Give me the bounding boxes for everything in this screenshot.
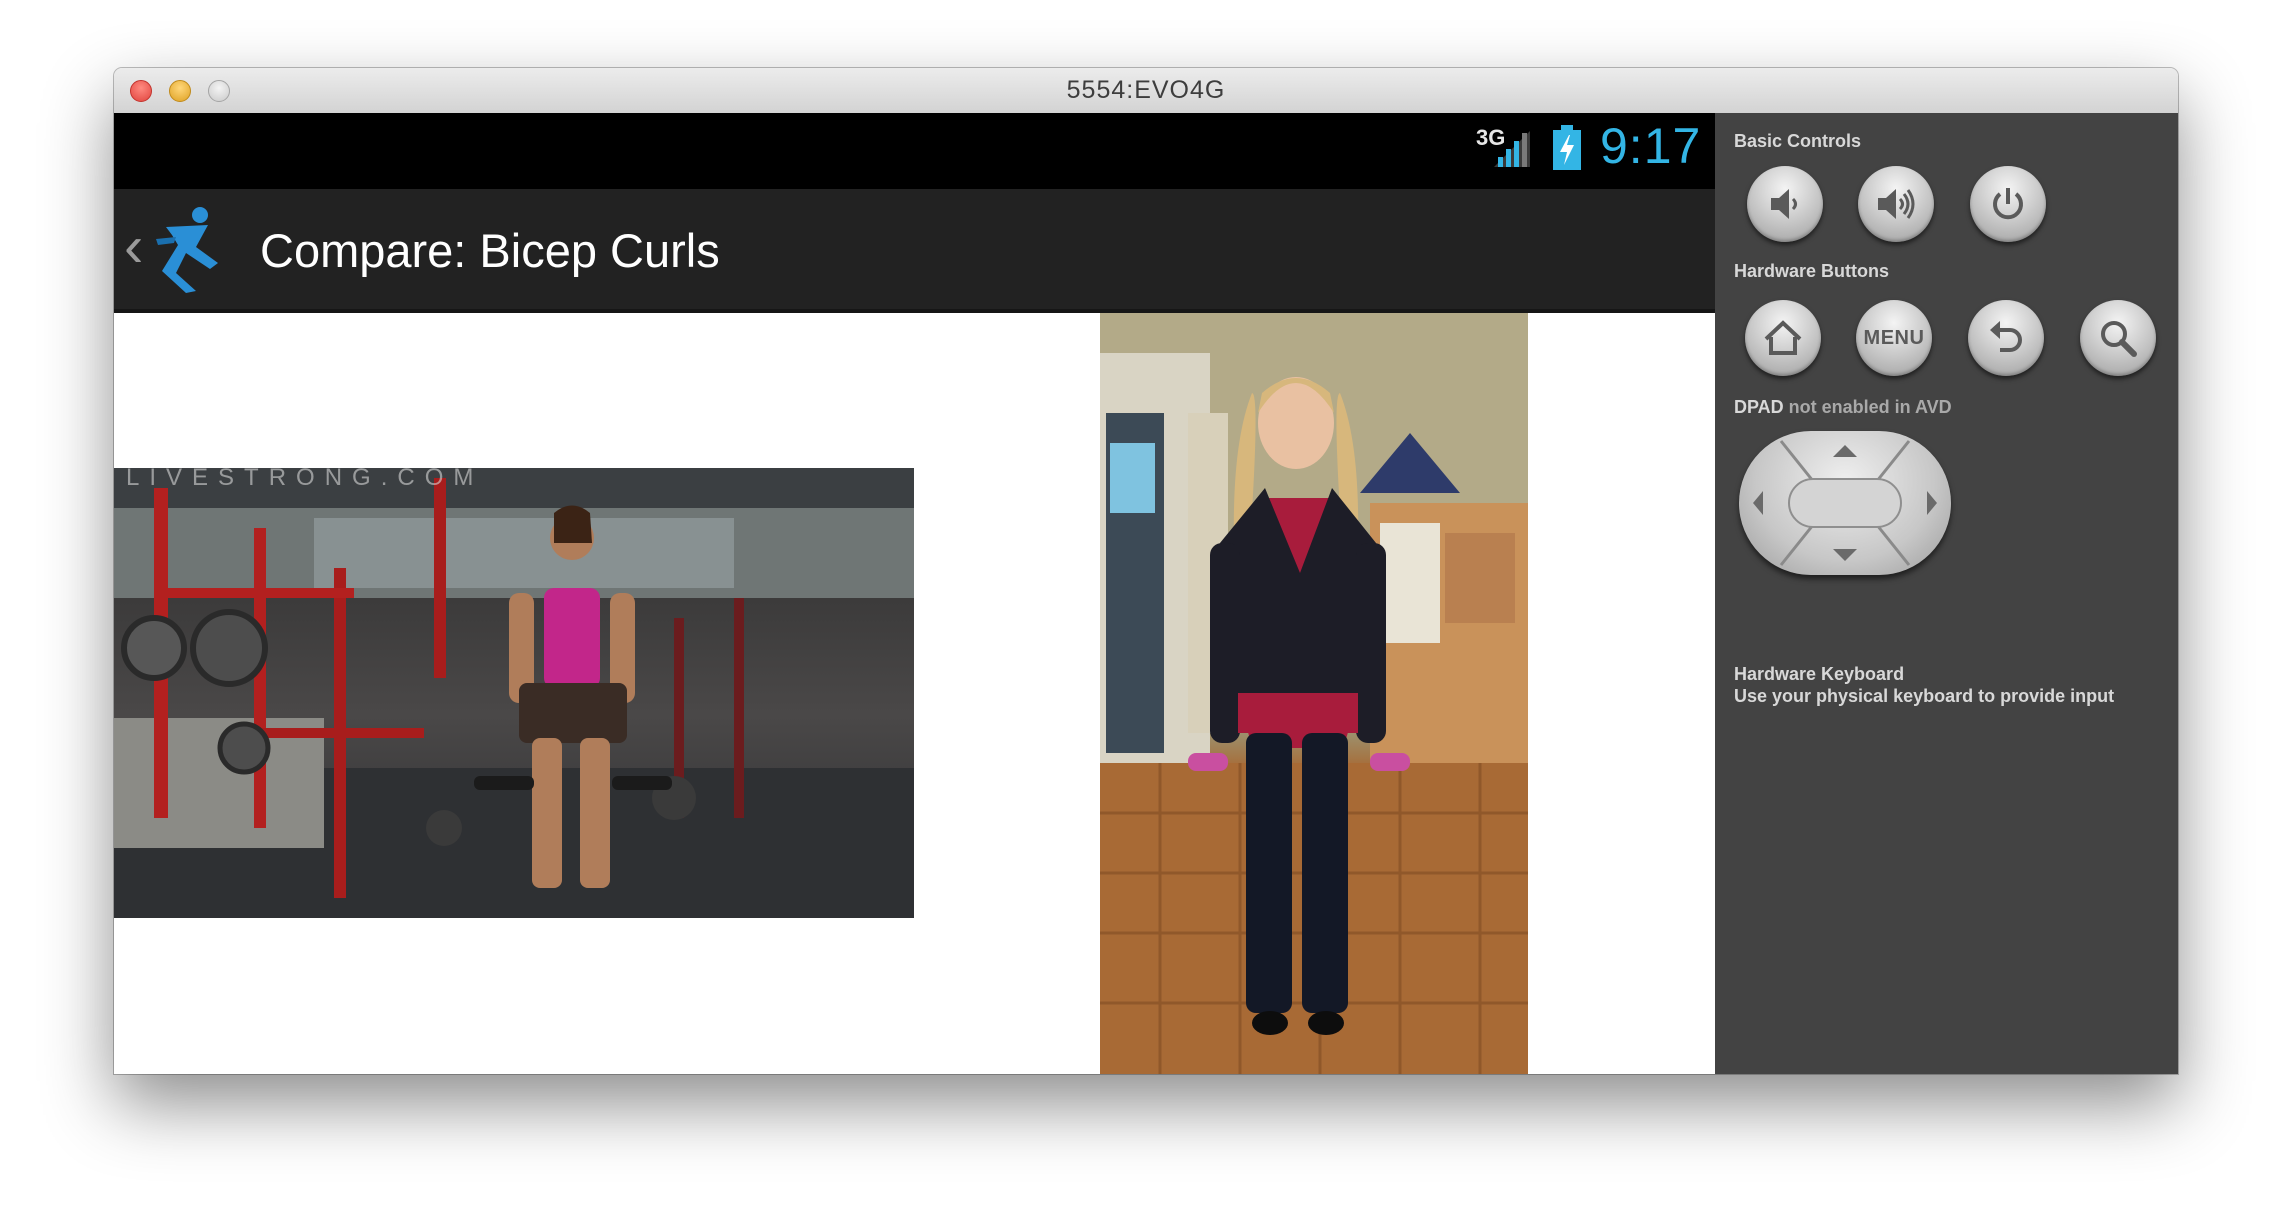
page-title: Compare: Bicep Curls (260, 224, 720, 277)
user-scene-image (1100, 313, 1528, 1074)
user-recording-video[interactable] (1100, 313, 1528, 1074)
app-logo-runner-icon[interactable] (156, 205, 228, 295)
reference-video[interactable]: LIVESTRONG.COM (114, 468, 914, 918)
hardware-buttons-label: Hardware Buttons (1734, 261, 1890, 281)
dpad-right-arrow-icon[interactable] (1927, 491, 1937, 515)
dpad-graphic (1753, 440, 1937, 566)
back-arrow-icon (1990, 321, 2022, 352)
dpad-center-button[interactable] (1788, 478, 1902, 528)
dpad-left-arrow-icon[interactable] (1753, 491, 1763, 515)
menu-button[interactable]: MENU (1856, 300, 1932, 376)
emulator-controls-panel: Basic Controls Hardware Buttons MENU DPA… (1715, 113, 2178, 1074)
dpad-up-arrow-icon[interactable] (1833, 445, 1857, 457)
gym-scene-image: LIVESTRONG.COM (114, 468, 914, 918)
compare-content: LIVESTRONG.COM (114, 313, 1715, 1074)
dpad-down-arrow-icon[interactable] (1833, 549, 1857, 561)
search-button[interactable] (2080, 300, 2156, 376)
hardware-keyboard-title: Hardware Keyboard (1734, 664, 1905, 684)
device-screen[interactable]: 3G 9:17 ‹ Compare: Bicep Curls LIVESTRON… (114, 113, 1715, 1074)
title-bar: 5554:EVO4G (114, 68, 2178, 114)
volume-down-icon (1771, 189, 1797, 219)
home-button[interactable] (1745, 300, 1821, 376)
volume-down-button[interactable] (1747, 166, 1823, 242)
volume-up-icon (1878, 189, 1915, 219)
volume-up-button[interactable] (1858, 166, 1934, 242)
battery-charging-icon (1553, 125, 1581, 170)
action-bar: ‹ Compare: Bicep Curls (114, 189, 1715, 313)
signal-icon (1494, 131, 1530, 167)
dpad-label: DPAD not enabled in AVD (1734, 397, 1952, 418)
window-title: 5554:EVO4G (1066, 76, 1226, 104)
hardware-keyboard-desc: Use your physical keyboard to provide in… (1734, 686, 2115, 706)
dpad-label-rest: not enabled in AVD (1783, 397, 1952, 417)
hardware-keyboard-info: Hardware Keyboard Use your physical keyb… (1734, 663, 2114, 707)
dpad-label-strong: DPAD (1734, 397, 1784, 417)
video-watermark: LIVESTRONG.COM (126, 468, 483, 491)
basic-controls-label: Basic Controls (1734, 131, 1862, 151)
search-icon (2101, 321, 2137, 357)
dpad[interactable] (1739, 431, 1951, 575)
status-clock: 9:17 (1600, 118, 1702, 174)
status-bar: 3G 9:17 (114, 113, 1715, 189)
home-icon (1764, 320, 1802, 355)
power-icon (1993, 188, 2023, 220)
up-navigation-chevron-icon[interactable]: ‹ (124, 217, 143, 277)
emulator-window: 5554:EVO4G 3G 9:17 ‹ Compare: Bicep Curl… (114, 68, 2178, 1074)
menu-button-label: MENU (1863, 326, 1925, 349)
back-button[interactable] (1968, 300, 2044, 376)
power-button[interactable] (1970, 166, 2046, 242)
